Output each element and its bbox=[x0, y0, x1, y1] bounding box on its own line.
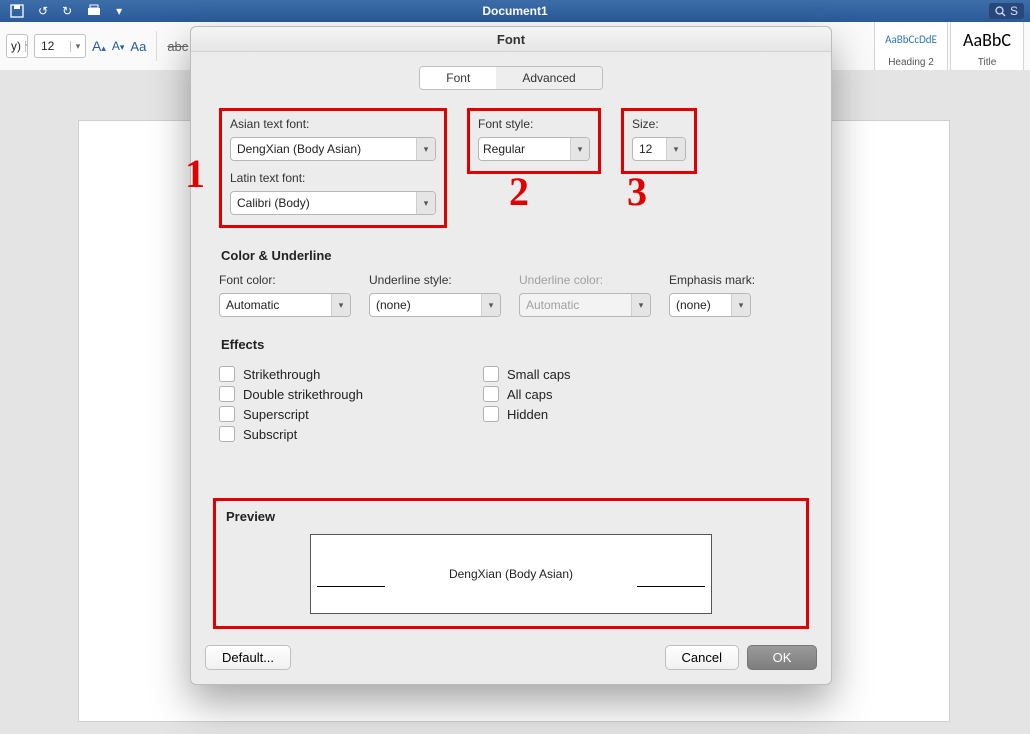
underline-style-label: Underline style: bbox=[369, 273, 501, 287]
strikethrough-icon[interactable]: abc bbox=[167, 39, 188, 54]
font-size-combo[interactable]: 12 ▾ bbox=[34, 34, 86, 58]
effect-hidden[interactable]: Hidden bbox=[483, 406, 571, 422]
ok-button[interactable]: OK bbox=[747, 645, 817, 670]
effect-strikethrough[interactable]: Strikethrough bbox=[219, 366, 363, 382]
effect-superscript[interactable]: Superscript bbox=[219, 406, 363, 422]
font-size-value: 12 bbox=[35, 39, 70, 53]
preview-box: DengXian (Body Asian) bbox=[310, 534, 712, 614]
annotation-1: 1 bbox=[185, 150, 205, 197]
chevron-down-icon[interactable]: ▾ bbox=[731, 294, 750, 316]
preview-baseline-left bbox=[317, 586, 385, 587]
preview-heading: Preview bbox=[226, 509, 796, 524]
chevron-down-icon[interactable]: ▾ bbox=[481, 294, 500, 316]
style-gallery[interactable]: AaBbCcDdE Heading 2 AaBbC Title bbox=[874, 21, 1024, 71]
annotation-box-preview: Preview DengXian (Body Asian) bbox=[213, 498, 809, 629]
annotation-box-1: Asian text font: DengXian (Body Asian) ▾… bbox=[219, 108, 447, 228]
color-underline-heading: Color & Underline bbox=[221, 248, 803, 263]
underline-style-select[interactable]: (none) ▾ bbox=[369, 293, 501, 317]
preview-text: DengXian (Body Asian) bbox=[449, 567, 573, 581]
font-name-combo[interactable]: y) ▾ bbox=[6, 34, 28, 58]
font-size-select[interactable]: 12 ▾ bbox=[632, 137, 686, 161]
style-heading-2[interactable]: AaBbCcDdE Heading 2 bbox=[874, 21, 948, 71]
default-button[interactable]: Default... bbox=[205, 645, 291, 670]
shrink-font-icon[interactable]: A▾ bbox=[112, 39, 125, 53]
divider bbox=[156, 31, 157, 61]
effect-all-caps[interactable]: All caps bbox=[483, 386, 571, 402]
effect-small-caps[interactable]: Small caps bbox=[483, 366, 571, 382]
tab-font[interactable]: Font bbox=[420, 67, 496, 89]
grow-font-icon[interactable]: A▴ bbox=[92, 38, 106, 54]
emphasis-mark-label: Emphasis mark: bbox=[669, 273, 755, 287]
font-style-label: Font style: bbox=[478, 117, 590, 131]
effect-subscript[interactable]: Subscript bbox=[219, 426, 363, 442]
annotation-3: 3 bbox=[627, 168, 647, 215]
effects-heading: Effects bbox=[221, 337, 803, 352]
chevron-down-icon[interactable]: ▾ bbox=[416, 138, 435, 160]
annotation-box-3: Size: 12 ▾ bbox=[621, 108, 697, 174]
dialog-title: Font bbox=[191, 27, 831, 52]
asian-font-label: Asian text font: bbox=[230, 117, 436, 131]
font-color-label: Font color: bbox=[219, 273, 351, 287]
preview-baseline-right bbox=[637, 586, 705, 587]
annotation-2: 2 bbox=[509, 168, 529, 215]
style-title[interactable]: AaBbC Title bbox=[950, 21, 1024, 71]
chevron-down-icon[interactable]: ▾ bbox=[666, 138, 685, 160]
font-size-label: Size: bbox=[632, 117, 686, 131]
annotation-box-2: Font style: Regular ▾ bbox=[467, 108, 601, 174]
dialog-tabs: Font Advanced bbox=[219, 66, 803, 90]
effect-double-strikethrough[interactable]: Double strikethrough bbox=[219, 386, 363, 402]
chevron-down-icon[interactable]: ▾ bbox=[331, 294, 350, 316]
cancel-button[interactable]: Cancel bbox=[665, 645, 739, 670]
font-dialog: Font Font Advanced Asian text font: Deng… bbox=[190, 26, 832, 685]
chevron-down-icon[interactable]: ▾ bbox=[416, 192, 435, 214]
asian-font-select[interactable]: DengXian (Body Asian) ▾ bbox=[230, 137, 436, 161]
document-title: Document1 bbox=[0, 4, 1030, 18]
chevron-down-icon[interactable]: ▾ bbox=[70, 41, 85, 52]
latin-font-label: Latin text font: bbox=[230, 171, 436, 185]
font-style-select[interactable]: Regular ▾ bbox=[478, 137, 590, 161]
app-titlebar: ↺ ↻ ▾ Document1 S bbox=[0, 0, 1030, 22]
chevron-down-icon: ▾ bbox=[631, 294, 650, 316]
emphasis-mark-select[interactable]: (none) ▾ bbox=[669, 293, 751, 317]
underline-color-select: Automatic ▾ bbox=[519, 293, 651, 317]
font-color-select[interactable]: Automatic ▾ bbox=[219, 293, 351, 317]
change-case-icon[interactable]: Aa bbox=[130, 39, 146, 54]
latin-font-select[interactable]: Calibri (Body) ▾ bbox=[230, 191, 436, 215]
underline-color-label: Underline color: bbox=[519, 273, 651, 287]
chevron-down-icon[interactable]: ▾ bbox=[570, 138, 589, 160]
tab-advanced[interactable]: Advanced bbox=[496, 67, 601, 89]
